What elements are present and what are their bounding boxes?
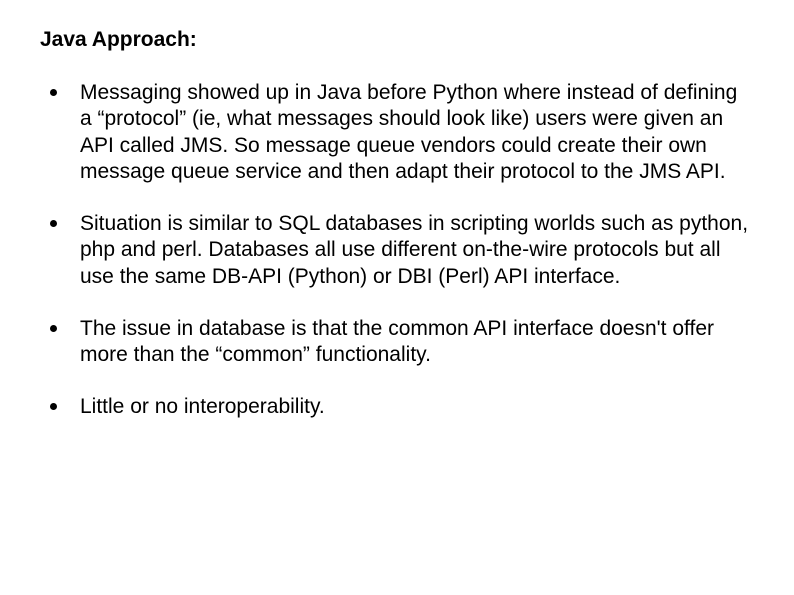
page-title: Java Approach: — [40, 28, 754, 52]
list-item: The issue in database is that the common… — [48, 316, 754, 369]
bullet-list: Messaging showed up in Java before Pytho… — [40, 80, 754, 421]
list-item: Messaging showed up in Java before Pytho… — [48, 80, 754, 185]
slide: Java Approach: Messaging showed up in Ja… — [0, 0, 794, 595]
list-item: Little or no interoperability. — [48, 394, 754, 420]
list-item: Situation is similar to SQL databases in… — [48, 211, 754, 290]
